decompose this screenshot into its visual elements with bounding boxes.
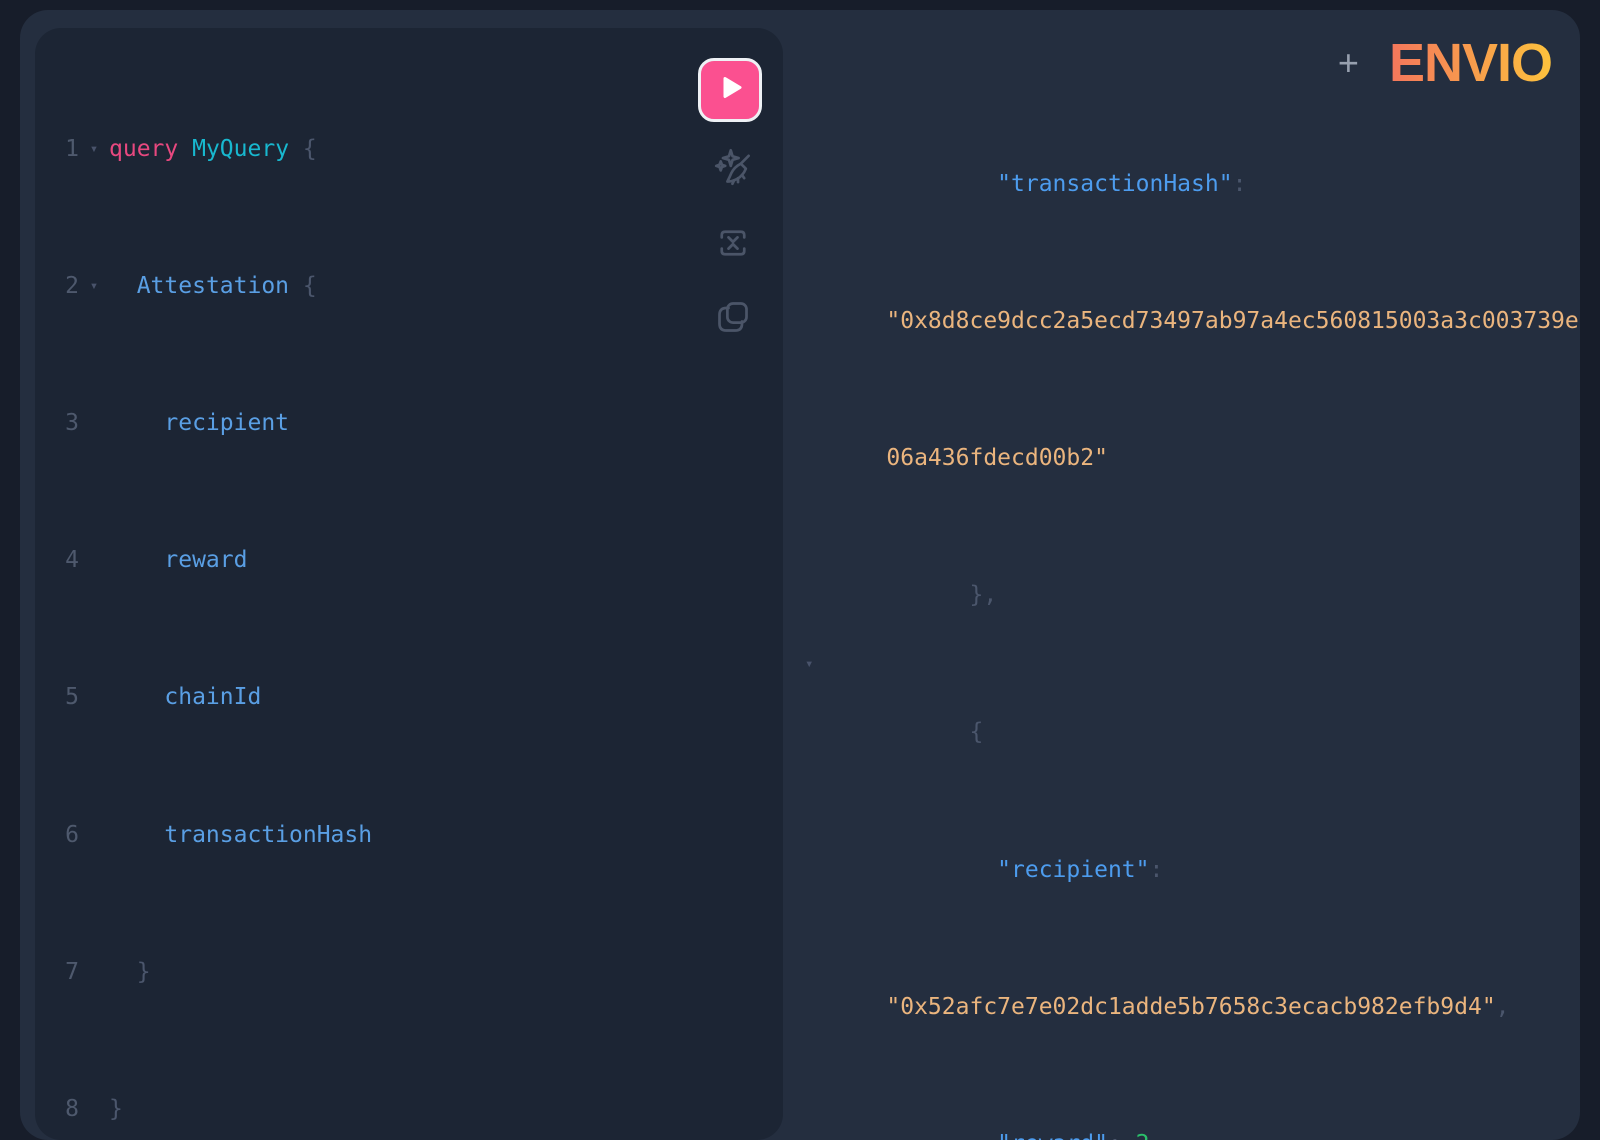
code-token: "0x52afc7e7e02dc1adde5b7658c3ecacb982efb… [886,994,1495,1020]
code-content: chainId [109,680,261,714]
response-line: ▾ 06a436fdecd00b2" [783,372,1580,509]
line-number: 5 [35,680,79,714]
code-token: Attestation [137,273,289,299]
code-token: reward [164,547,247,573]
line-number: 8 [35,1092,79,1126]
code-line: 1 ▾ query MyQuery { [35,132,783,166]
response-content: "reward": 2, [886,1131,1163,1140]
code-token: 06a436fdecd00b2" [886,445,1108,471]
response-line: ▾ "0x52afc7e7e02dc1adde5b7658c3ecacb982e… [783,921,1580,1058]
code-content: } [109,955,151,989]
indent [109,822,164,848]
playground-window: 1 ▾ query MyQuery { 2 ▾ Attestation { 3 … [20,10,1580,1140]
indent [109,410,164,436]
code-content: transactionHash [109,818,372,852]
code-line: 2 ▾ Attestation { [35,269,783,303]
code-line: 6 ▾ transactionHash [35,818,783,852]
code-token: } [137,959,151,985]
line-number: 6 [35,818,79,852]
response-line: ▾ "0x8d8ce9dcc2a5ecd73497ab97a4ec5608150… [783,235,1580,372]
response-line: ▾ }, [783,510,1580,647]
fold-toggle-icon[interactable]: ▾ [805,647,813,681]
response-content: }, [886,582,997,608]
code-token: transactionHash [164,822,372,848]
code-token: }, [969,582,997,608]
play-icon [717,74,744,106]
code-line: 3 ▾ recipient [35,406,783,440]
code-content: query MyQuery { [109,132,317,166]
response-json: ▾ "transactionHash": ▾ "0x8d8ce9dcc2a5ec… [783,98,1580,1140]
prettify-icon [714,148,752,191]
indent [109,959,137,985]
code-token: "0x8d8ce9dcc2a5ecd73497ab97a4ec560815003… [886,308,1580,334]
response-line: ▾ "transactionHash": [783,98,1580,235]
code-token: { [303,136,317,162]
code-token: 2 [1136,1131,1150,1140]
prettify-button[interactable] [714,150,752,188]
indent [109,547,164,573]
code-token: "reward" [997,1131,1108,1140]
fold-toggle-icon[interactable]: ▾ [79,132,109,166]
code-token: : [1108,1131,1136,1140]
line-number: 7 [35,955,79,989]
indent [886,582,969,608]
response-line: ▾ "recipient": [783,784,1580,921]
code-content: } [109,1092,123,1126]
code-token [289,136,303,162]
brand-bar: + ENVIO [1338,36,1552,90]
code-token [178,136,192,162]
indent [109,273,137,299]
code-line: 7 ▾ } [35,955,783,989]
code-line: 4 ▾ reward [35,543,783,577]
code-token: , [1496,994,1510,1020]
code-token: "recipient" [997,857,1149,883]
add-tab-button[interactable]: + [1338,45,1359,81]
indent [886,171,997,197]
code-token: } [109,1096,123,1122]
code-content: recipient [109,406,289,440]
indent [109,684,164,710]
copy-query-button[interactable] [714,300,752,338]
code-line: 5 ▾ chainId [35,680,783,714]
indent [886,1131,997,1140]
code-content: Attestation { [109,269,317,303]
response-content: "0x8d8ce9dcc2a5ecd73497ab97a4ec560815003… [886,308,1580,334]
code-token: : [1150,857,1164,883]
response-content: 06a436fdecd00b2" [886,445,1108,471]
code-token: "transactionHash" [997,171,1232,197]
response-line: ▾ { [783,647,1580,784]
copy-icon [715,299,751,340]
code-token: { [969,719,983,745]
query-editor-code[interactable]: 1 ▾ query MyQuery { 2 ▾ Attestation { 3 … [35,63,783,1140]
code-content: reward [109,543,247,577]
envio-logo: ENVIO [1389,36,1552,90]
code-line: 8 ▾ } [35,1092,783,1126]
code-token: recipient [164,410,289,436]
code-token: MyQuery [192,136,289,162]
code-token: query [109,136,178,162]
execute-query-button[interactable] [698,58,762,122]
indent [886,857,997,883]
code-token: chainId [164,684,261,710]
line-number: 2 [35,269,79,303]
response-content: "transactionHash": [886,171,1246,197]
fold-toggle-icon[interactable]: ▾ [79,269,109,303]
indent [886,719,969,745]
response-line: ▾ "reward": 2, [783,1058,1580,1140]
response-content: "recipient": [886,857,1163,883]
code-token: : [1233,171,1247,197]
code-token: , [1150,1131,1164,1140]
response-pane: + ENVIO ▾ "transactionHash": ▾ "0x8d8ce9… [783,10,1580,1140]
line-number: 1 [35,132,79,166]
line-number: 4 [35,543,79,577]
line-number: 3 [35,406,79,440]
code-token [289,273,303,299]
query-editor-pane[interactable]: 1 ▾ query MyQuery { 2 ▾ Attestation { 3 … [35,28,783,1140]
merge-fragments-icon [715,225,751,266]
code-token: { [303,273,317,299]
response-content: "0x52afc7e7e02dc1adde5b7658c3ecacb982efb… [886,994,1509,1020]
merge-fragments-button[interactable] [714,226,752,264]
response-content: { [886,719,983,745]
